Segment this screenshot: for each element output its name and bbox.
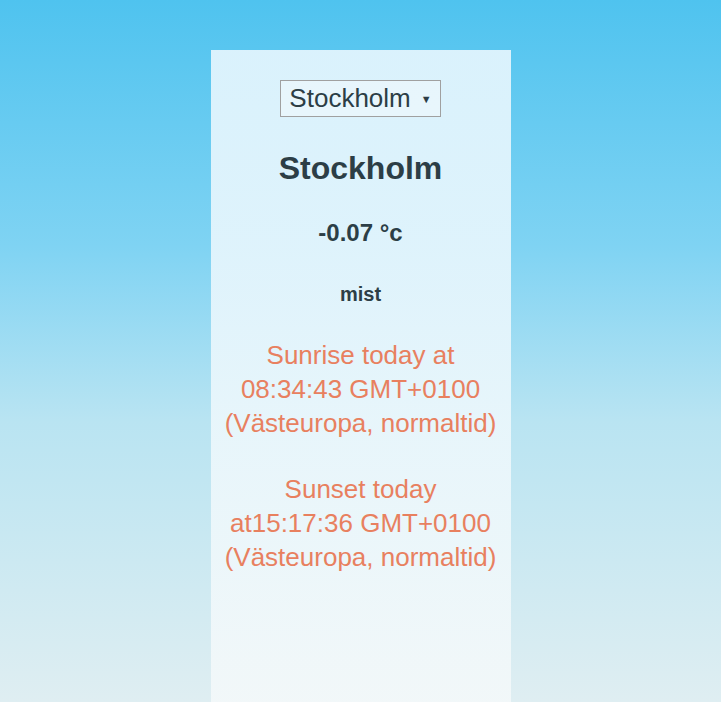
background-photo: Stockholm ▼ Stockholm -0.07 °c mist Sunr… <box>0 0 721 702</box>
location-select[interactable]: Stockholm ▼ <box>280 80 440 117</box>
sunrise-time: Sunrise today at 08:34:43 GMT+0100 (Väst… <box>221 338 501 440</box>
sunset-time: Sunset today at15:17:36 GMT+0100 (Västeu… <box>221 472 501 574</box>
city-name: Stockholm <box>279 149 443 187</box>
weather-card: Stockholm ▼ Stockholm -0.07 °c mist Sunr… <box>211 50 511 702</box>
temperature: -0.07 °c <box>318 219 402 248</box>
weather-description: mist <box>340 282 381 306</box>
location-select-value: Stockholm <box>289 83 410 114</box>
dropdown-arrow-icon: ▼ <box>421 93 432 105</box>
